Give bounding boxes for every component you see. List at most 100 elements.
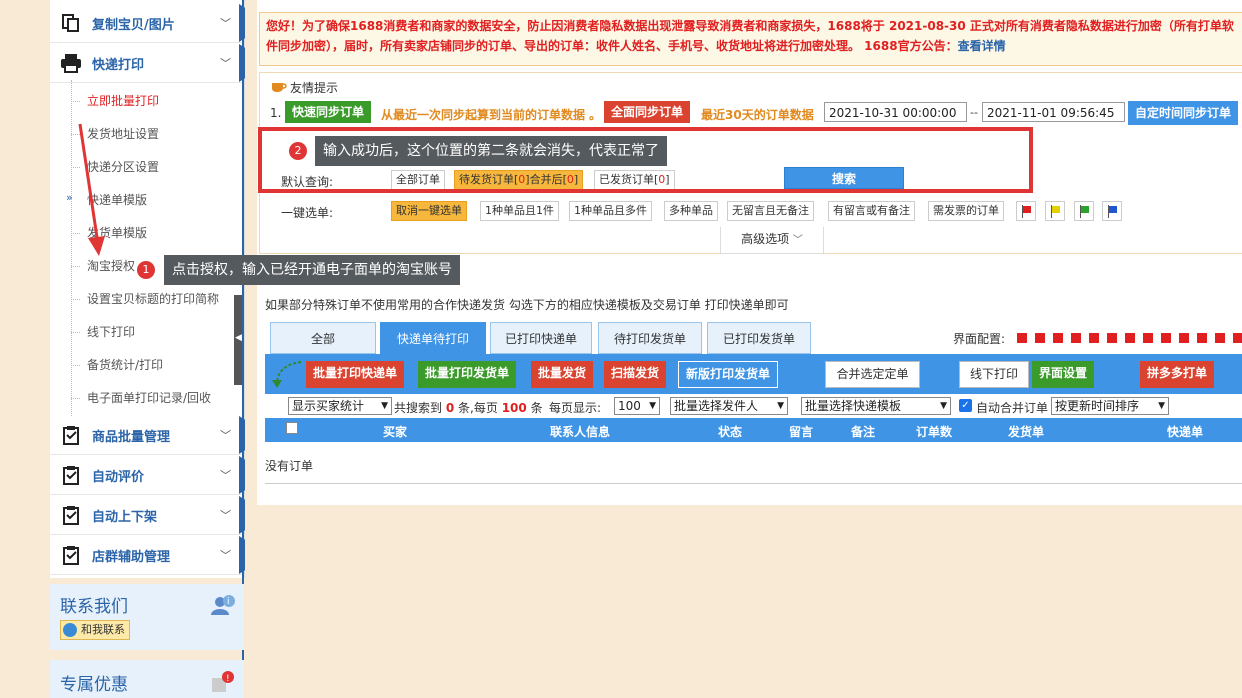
sidebar-section-express-print[interactable]: 快递打印 ﹀ xyxy=(50,44,245,83)
col-buyer: 买家 xyxy=(383,425,408,439)
sidebar-section-auto-listing[interactable]: 自动上下架 ﹀ xyxy=(50,496,245,535)
chevron-down-icon: ﹀ xyxy=(220,509,231,522)
quick-sync-desc: 从最近一次同步起算到当前的订单数据 。 xyxy=(381,108,602,122)
single-item-multi-chip[interactable]: 1种单品且多件 xyxy=(569,201,652,221)
sidebar-section-label: 商品批量管理 xyxy=(92,429,171,445)
tab-express-pending[interactable]: 快递单待打印 xyxy=(380,322,486,354)
sort-value: 按更新时间排序 xyxy=(1055,399,1140,413)
printer-icon xyxy=(60,52,82,74)
tab-all[interactable]: 全部 xyxy=(270,322,376,354)
per-page-label: 每页显示: xyxy=(549,401,602,415)
col-ship-slip: 发货单 xyxy=(1008,425,1045,439)
coffee-cup-icon xyxy=(270,79,288,96)
sidebar: 复制宝贝/图片 ﹀ 快递打印 ﹀ » 立即批量打印 发货地址设置 快递分区设置 … xyxy=(50,0,245,578)
clipboard-icon xyxy=(60,424,82,446)
view-details-link[interactable]: 查看详情 xyxy=(958,39,1006,53)
auto-merge-label: 自动合并订单 xyxy=(976,401,1049,415)
tree-tick xyxy=(71,266,80,267)
tips-title: 友情提示 xyxy=(290,81,339,95)
quick-sync-button[interactable]: 快速同步订单 xyxy=(285,101,372,123)
full-sync-desc: 最近30天的订单数据 xyxy=(701,108,814,122)
chevron-down-icon: ﹀ xyxy=(220,469,231,482)
contact-person-icon: i xyxy=(210,594,236,619)
order-table-header: 买家 联系人信息 状态 留言 备注 订单数 发货单 快递单 xyxy=(265,418,1242,442)
new-print-ship-button[interactable]: 新版打印发货单 xyxy=(678,361,779,388)
single-item-one-chip[interactable]: 1种单品且1件 xyxy=(480,201,559,221)
sidebar-item-title-abbr[interactable]: 设置宝贝标题的打印简称 xyxy=(87,283,219,315)
tab-ship-printed[interactable]: 已打印发货单 xyxy=(707,322,811,354)
date-from-input[interactable]: 2021-10-31 00:00:00 xyxy=(824,102,967,122)
col-note: 备注 xyxy=(851,425,876,439)
double-chevron-right-icon: » xyxy=(66,191,73,204)
template-value: 批量选择快递模板 xyxy=(805,399,902,413)
sidebar-section-label: 快递打印 xyxy=(92,57,145,73)
has-message-or-note-chip[interactable]: 有留言或有备注 xyxy=(828,201,915,221)
auto-merge-checkbox[interactable]: ✓ xyxy=(959,399,972,412)
buyer-stats-select[interactable]: 显示买家统计 ▼ xyxy=(288,397,392,415)
sidebar-section-label: 自动上下架 xyxy=(92,509,158,525)
advanced-options-toggle[interactable]: 高级选项 ﹀ xyxy=(720,227,824,254)
action-toolbar: 批量打印快递单 批量打印发货单 批量发货 扫描发货 新版打印发货单 合并选定定单… xyxy=(265,354,1242,394)
yellow-flag-icon[interactable] xyxy=(1045,201,1065,221)
needs-invoice-chip[interactable]: 需发票的订单 xyxy=(928,201,1004,221)
per-page-select[interactable]: 100 ▼ xyxy=(614,397,660,415)
contact-panel: 联系我们 i 和我联系 xyxy=(50,584,244,650)
promo-alert-icon: ! xyxy=(210,670,236,697)
cancel-one-click-chip[interactable]: 取消一键选单 xyxy=(391,201,467,221)
empty-orders-text: 没有订单 xyxy=(265,459,314,473)
sidebar-section-copy[interactable]: 复制宝贝/图片 ﹀ xyxy=(50,4,245,43)
multi-items-chip[interactable]: 多种单品 xyxy=(664,201,718,221)
ui-config-label: 界面配置: xyxy=(953,332,1006,346)
tab-express-printed[interactable]: 已打印快递单 xyxy=(490,322,592,354)
sidebar-section-label: 店群辅助管理 xyxy=(92,549,171,565)
merge-selected-button[interactable]: 合并选定定单 xyxy=(825,361,920,388)
sort-select[interactable]: 按更新时间排序 ▼ xyxy=(1051,397,1169,415)
col-order-count: 订单数 xyxy=(916,425,953,439)
green-flag-icon[interactable] xyxy=(1074,201,1094,221)
chevron-down-icon: ▼ xyxy=(940,401,947,411)
notice-text: 您好！为了确保1688消费者和商家的数据安全，防止因消费者隐私数据出现泄露导致消… xyxy=(266,19,1234,53)
tree-tick xyxy=(71,101,80,102)
pdd-print-button[interactable]: 拼多多打单 xyxy=(1140,361,1215,388)
batch-print-ship-button[interactable]: 批量打印发货单 xyxy=(418,361,517,388)
no-message-no-note-chip[interactable]: 无留言且无备注 xyxy=(727,201,814,221)
ui-config-swatches[interactable] xyxy=(1017,333,1242,343)
contact-me-button[interactable]: 和我联系 xyxy=(60,620,130,640)
promo-title: 专属优惠 xyxy=(60,675,128,695)
select-all-checkbox[interactable] xyxy=(286,422,298,434)
clipboard-icon xyxy=(60,464,82,486)
special-order-note: 如果部分特殊订单不使用常用的合作快递发货 勾选下方的相应快递模板及交易订单 打印… xyxy=(265,298,789,312)
chevron-down-icon: ﹀ xyxy=(220,17,231,30)
sidebar-section-store-group[interactable]: 店群辅助管理 ﹀ xyxy=(50,536,245,575)
found-mid: 条,每页 xyxy=(458,401,498,415)
red-arrow-annotation xyxy=(78,123,105,256)
chevron-down-icon: ﹀ xyxy=(220,549,231,562)
scan-ship-button[interactable]: 扫描发货 xyxy=(604,361,667,388)
offline-print-button[interactable]: 线下打印 xyxy=(959,361,1029,388)
sidebar-item-waybill-records[interactable]: 电子面单打印记录/回收 xyxy=(87,382,211,414)
sidebar-item-offline-print[interactable]: 线下打印 xyxy=(87,316,135,348)
batch-ship-button[interactable]: 批量发货 xyxy=(531,361,594,388)
template-select[interactable]: 批量选择快递模板 ▼ xyxy=(801,397,951,415)
custom-time-sync-button[interactable]: 自定时间同步订单 xyxy=(1128,101,1239,125)
privacy-notice: 您好！为了确保1688消费者和商家的数据安全，防止因消费者隐私数据出现泄露导致消… xyxy=(259,12,1242,66)
full-sync-button[interactable]: 全面同步订单 xyxy=(604,101,691,123)
step-2-badge: 2 xyxy=(289,142,307,160)
red-flag-icon[interactable] xyxy=(1016,201,1036,221)
sidebar-section-batch-goods[interactable]: 商品批量管理 ﹀ xyxy=(50,416,245,455)
one-click-label: 一键选单: xyxy=(281,206,334,220)
blue-flag-icon[interactable] xyxy=(1102,201,1122,221)
date-to-input[interactable]: 2021-11-01 09:56:45 xyxy=(982,102,1125,122)
sender-value: 批量选择发件人 xyxy=(674,399,759,413)
copy-icon xyxy=(60,12,82,34)
chevron-down-icon: ▼ xyxy=(777,401,784,411)
ui-settings-button[interactable]: 界面设置 xyxy=(1032,361,1095,388)
step-1-badge: 1 xyxy=(137,261,155,279)
batch-print-express-button[interactable]: 批量打印快递单 xyxy=(306,361,405,388)
sidebar-item-stock-stats[interactable]: 备货统计/打印 xyxy=(87,349,163,381)
sidebar-section-auto-review[interactable]: 自动评价 ﹀ xyxy=(50,456,245,495)
sender-select[interactable]: 批量选择发件人 ▼ xyxy=(670,397,788,415)
sidebar-item-batch-print[interactable]: 立即批量打印 xyxy=(87,85,159,117)
tab-ship-pending[interactable]: 待打印发货单 xyxy=(598,322,702,354)
chevron-down-icon: ▼ xyxy=(649,401,656,411)
